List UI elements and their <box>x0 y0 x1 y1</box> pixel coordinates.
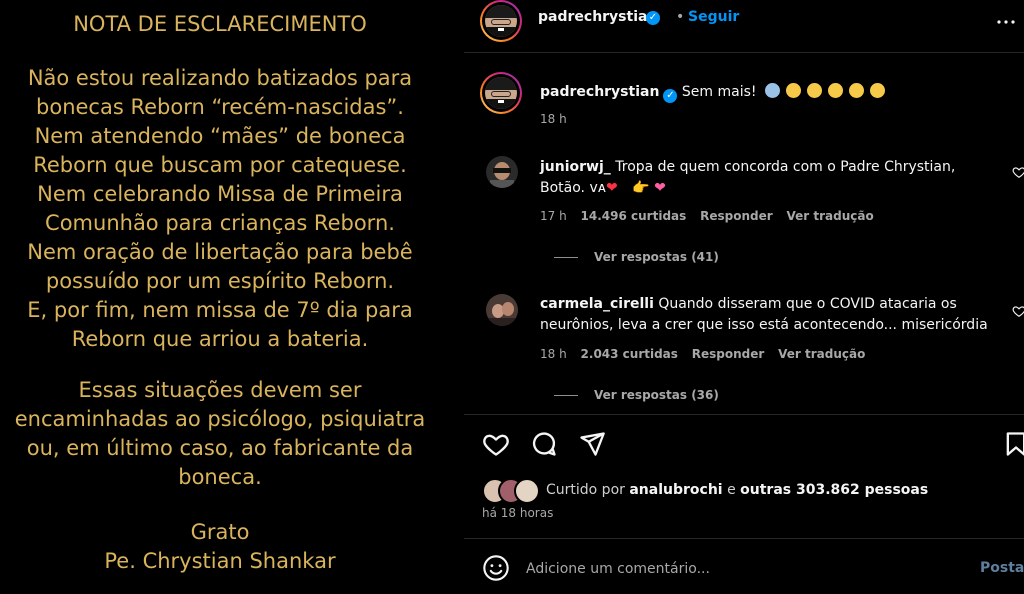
emoji-row <box>764 83 891 100</box>
comment-input[interactable] <box>526 557 956 581</box>
note-closing: Grato Pe. Chrystian Shankar <box>0 518 440 576</box>
liked-by-others[interactable]: outras 303.862 pessoas <box>740 482 928 498</box>
verified-badge-icon: ✓ <box>646 11 660 25</box>
commenter-username[interactable]: carmela_cirelli <box>540 296 654 312</box>
share-send-icon[interactable] <box>578 430 606 458</box>
comment-text-continued: Botão. vᴀ <box>540 180 607 196</box>
comment-likes[interactable]: 14.496 curtidas <box>581 209 687 223</box>
note-title: NOTA DE ESCLARECIMENTO <box>73 12 367 36</box>
view-replies-button[interactable]: Ver respostas (41) <box>594 250 719 264</box>
header-divider <box>464 52 1024 53</box>
note-paragraph-2: Essas situações devem ser encaminhadas ao… <box>0 376 440 492</box>
author-username[interactable]: padrechrystian <box>538 9 657 25</box>
note-paragraph-1-line: bonecas Reborn “recém-nascidas”. <box>36 95 404 119</box>
caption-text: Sem mais! <box>681 84 757 100</box>
replies-line <box>554 395 578 396</box>
view-replies-button[interactable]: Ver respostas (36) <box>594 388 719 402</box>
note-paragraph-1-line: Nem atendendo “mães” de boneca <box>34 124 406 148</box>
grinning-emoji-icon <box>869 83 885 98</box>
commenter-avatar[interactable] <box>486 294 518 326</box>
note-paragraph-1-line: E, por fim, nem missa de 7º dia para <box>27 298 413 322</box>
reply-button[interactable]: Responder <box>692 347 765 361</box>
post-header: padrechrystian ✓ • Seguir <box>464 0 1024 52</box>
note-paragraph-2-line: ou, em último caso, ao fabricante da <box>26 436 414 460</box>
pointing-emoji-icon: 👉 <box>632 180 650 196</box>
note-paragraph-1-line: Comunhão para crianças Reborn. <box>45 211 395 235</box>
comment-like-heart-icon[interactable] <box>1012 165 1024 179</box>
note-paragraph-1-line: Nem oração de libertação para bebê <box>27 240 413 264</box>
post-time: há 18 horas <box>482 506 554 520</box>
verified-badge-icon: ✓ <box>663 89 678 103</box>
caption-username[interactable]: padrechrystian <box>540 84 659 100</box>
commenter-avatar[interactable] <box>486 156 518 188</box>
liked-by-prefix: Curtido por <box>546 482 625 498</box>
comment-bubble-icon[interactable] <box>530 430 558 458</box>
like-heart-icon[interactable] <box>482 430 510 458</box>
note-paragraph-2-line: boneca. <box>178 465 262 489</box>
more-horizontal-icon[interactable] <box>994 10 1018 34</box>
note-paragraph-1-line: Reborn que arriou a bateria. <box>71 327 369 351</box>
reply-button[interactable]: Responder <box>700 209 773 223</box>
see-translation-button[interactable]: Ver tradução <box>786 209 873 223</box>
liked-by-user[interactable]: analubrochi <box>629 482 722 498</box>
heart-emoji-icon: ❤ <box>606 180 618 196</box>
follow-button[interactable]: Seguir <box>688 9 739 25</box>
note-closing-line: Pe. Chrystian Shankar <box>104 549 336 573</box>
caption-avatar[interactable] <box>480 72 522 114</box>
save-bookmark-icon[interactable] <box>1002 430 1024 458</box>
author-avatar[interactable] <box>480 0 522 42</box>
comment-text: Quando disseram que o COVID atacaria os <box>658 296 957 312</box>
note-paragraph-1-line: Nem celebrando Missa de Primeira <box>37 182 403 206</box>
winking-tongue-emoji-icon <box>806 83 822 98</box>
replies-line <box>554 257 578 258</box>
note-paragraph-1-line: possuído por um espírito Reborn. <box>45 269 395 293</box>
comment-text-continued: neurônios, leva a crer que isso está aco… <box>540 317 988 333</box>
laughing-emoji-icon <box>785 83 801 98</box>
comment-time: 17 h <box>540 209 567 223</box>
actions-divider <box>464 414 1024 415</box>
note-paragraph-1: Não estou realizando batizados para bonec… <box>0 64 440 354</box>
commenter-username[interactable]: juniorwj_ <box>540 159 611 175</box>
comment-input-divider <box>464 538 1024 539</box>
comment-time: 18 h <box>540 347 567 361</box>
caption-time: 18 h <box>540 112 567 126</box>
praying-emoji-icon <box>764 83 780 98</box>
comment-like-heart-icon[interactable] <box>1012 304 1024 318</box>
heart-emoji-icon: ❤ <box>654 180 666 196</box>
post-comment-button[interactable]: Postar <box>980 560 1024 576</box>
liked-by-and: e <box>727 482 736 498</box>
comment-text: Tropa de quem concorda com o Padre Chrys… <box>615 159 956 175</box>
grinning-emoji-icon <box>848 83 864 98</box>
note-closing-line: Grato <box>190 520 250 544</box>
grinning-emoji-icon <box>827 83 843 98</box>
liker-avatars[interactable] <box>482 478 546 504</box>
post-image[interactable]: NOTA DE ESCLARECIMENTO Não estou realiza… <box>0 0 462 594</box>
comment-likes[interactable]: 2.043 curtidas <box>581 347 678 361</box>
note-paragraph-1-line: Reborn que buscam por catequese. <box>33 153 407 177</box>
note-paragraph-2-line: Essas situações devem ser <box>78 378 362 402</box>
post-side-panel: padrechrystian ✓ • Seguir padrechrystian… <box>464 0 1024 594</box>
note-paragraph-2-line: encaminhadas ao psicólogo, psiquiatra <box>14 407 426 431</box>
emoji-smiley-icon[interactable] <box>482 554 510 582</box>
header-separator: • <box>676 9 685 25</box>
note-paragraph-1-line: Não estou realizando batizados para <box>27 66 413 90</box>
see-translation-button[interactable]: Ver tradução <box>778 347 865 361</box>
